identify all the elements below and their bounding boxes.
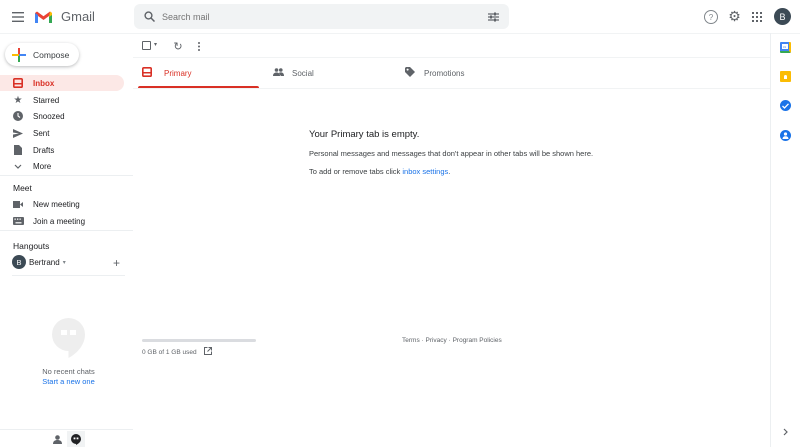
- sidebar-item-label: Starred: [33, 95, 60, 105]
- gear-icon[interactable]: ⚙: [727, 8, 742, 24]
- privacy-link[interactable]: Privacy: [425, 337, 446, 344]
- caret-down-icon: ▾: [62, 259, 66, 266]
- compose-label: Compose: [33, 49, 70, 60]
- keep-icon[interactable]: [780, 71, 791, 82]
- sidebar-item-label: Sent: [33, 128, 50, 138]
- search-bar[interactable]: [134, 4, 509, 29]
- contacts-icon[interactable]: [780, 130, 791, 141]
- tab-label: Promotions: [424, 68, 465, 78]
- join-meeting-label: Join a meeting: [33, 216, 86, 226]
- terms-link[interactable]: Terms: [402, 337, 420, 344]
- open-external-icon[interactable]: [203, 347, 212, 357]
- start-new-chat-link[interactable]: Start a new one: [0, 377, 137, 386]
- sidebar-item-inbox[interactable]: Inbox: [0, 75, 124, 91]
- compose-button[interactable]: Compose: [5, 43, 79, 66]
- sidebar-item-label: Snoozed: [33, 111, 65, 121]
- footer-links: Terms · Privacy · Program Policies: [402, 337, 502, 344]
- sidebar-divider: [0, 230, 133, 231]
- sidebar-item-snoozed[interactable]: Snoozed: [0, 108, 124, 124]
- expand-side-panel-icon[interactable]: [780, 427, 790, 437]
- apps-grid-icon[interactable]: [751, 11, 763, 23]
- app-name: Gmail: [61, 9, 95, 24]
- select-dropdown-icon[interactable]: ▾: [154, 41, 157, 48]
- tab-social[interactable]: Social: [273, 58, 394, 88]
- people-icon: [273, 68, 284, 78]
- sidebar-divider: [0, 175, 133, 176]
- no-chats-text: No recent chats: [42, 367, 95, 376]
- hangouts-heading: Hangouts: [13, 241, 50, 251]
- add-chat-icon[interactable]: +: [111, 256, 122, 270]
- calendar-icon[interactable]: 31: [780, 42, 791, 53]
- header-divider: [0, 33, 800, 34]
- search-input[interactable]: [162, 8, 462, 25]
- hangouts-user[interactable]: B Bertrand ▾: [12, 255, 66, 269]
- storage-bar: [142, 339, 256, 342]
- gmail-logo[interactable]: Gmail: [34, 9, 95, 24]
- program-policies-link[interactable]: Program Policies: [453, 337, 502, 344]
- keyboard-icon: [0, 217, 33, 225]
- chevron-down-icon: [0, 164, 33, 169]
- hint-prefix: To add or remove tabs click: [309, 167, 403, 176]
- more-options-icon[interactable]: [195, 40, 203, 52]
- user-name: Bertrand: [29, 257, 60, 267]
- tag-icon: [405, 67, 415, 79]
- empty-settings-hint: To add or remove tabs click inbox settin…: [309, 167, 450, 176]
- account-avatar[interactable]: B: [774, 8, 791, 25]
- sidebar-item-sent[interactable]: Sent: [0, 125, 124, 141]
- refresh-icon[interactable]: ↻: [172, 40, 184, 53]
- search-icon[interactable]: [142, 9, 156, 23]
- search-options-icon[interactable]: [487, 10, 500, 23]
- side-panel-divider: [770, 33, 771, 447]
- contacts-person-icon[interactable]: [50, 432, 64, 446]
- tab-label: Primary: [164, 68, 192, 78]
- clock-icon: [0, 111, 33, 121]
- tab-label: Social: [292, 68, 314, 78]
- gmail-logo-icon: [35, 11, 52, 23]
- storage-text: 0 GB of 1 GB used: [142, 348, 197, 356]
- new-meeting-button[interactable]: New meeting: [0, 196, 124, 212]
- sidebar-item-drafts[interactable]: Drafts: [0, 142, 124, 158]
- user-avatar: B: [12, 255, 26, 269]
- video-camera-icon: [0, 200, 33, 208]
- sidebar-divider: [12, 275, 125, 276]
- select-checkbox[interactable]: [142, 41, 151, 50]
- inbox-settings-link[interactable]: inbox settings: [402, 167, 448, 176]
- tab-primary[interactable]: Primary: [138, 58, 259, 88]
- sidebar-bottom-divider: [0, 429, 133, 430]
- storage-usage: 0 GB of 1 GB used: [142, 347, 212, 357]
- sidebar-item-starred[interactable]: ★ Starred: [0, 92, 124, 108]
- sidebar-item-label: More: [33, 161, 52, 171]
- hint-suffix: .: [448, 167, 451, 176]
- meet-heading: Meet: [13, 183, 32, 193]
- main-menu-icon[interactable]: [10, 9, 26, 25]
- send-icon: [0, 128, 33, 138]
- tasks-icon[interactable]: [780, 100, 791, 111]
- hangouts-chat-icon[interactable]: [67, 431, 85, 447]
- star-icon: ★: [13, 94, 23, 106]
- sidebar-item-more[interactable]: More: [0, 158, 124, 174]
- sidebar-item-label: Drafts: [33, 145, 55, 155]
- tab-promotions[interactable]: Promotions: [405, 58, 526, 88]
- inbox-icon: [0, 78, 33, 88]
- inbox-icon: [142, 67, 152, 79]
- plus-icon: [12, 47, 26, 62]
- help-icon[interactable]: ?: [704, 10, 718, 24]
- empty-description: Personal messages and messages that don'…: [309, 149, 594, 158]
- hangouts-bubble-icon: [52, 318, 85, 363]
- new-meeting-label: New meeting: [33, 199, 80, 209]
- draft-icon: [0, 145, 33, 155]
- join-meeting-button[interactable]: Join a meeting: [0, 213, 124, 229]
- tabs-divider: [133, 88, 770, 89]
- sidebar-item-label: Inbox: [33, 78, 55, 88]
- empty-title: Your Primary tab is empty.: [309, 129, 420, 140]
